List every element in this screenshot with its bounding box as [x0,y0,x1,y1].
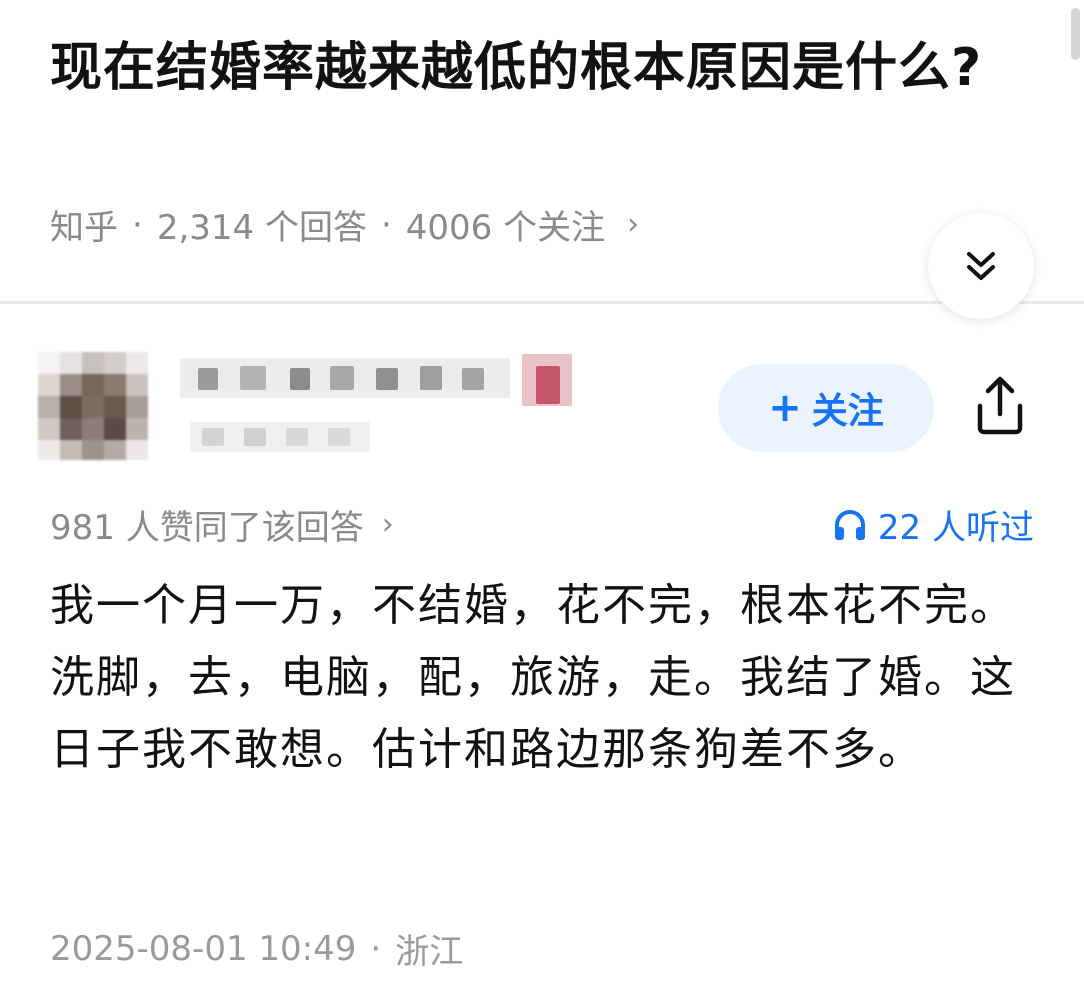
author-info-blurred[interactable] [180,352,580,462]
follow-button[interactable]: + 关注 [718,364,934,452]
answer-date: 2025-08-01 10:49 [50,928,357,969]
chevron-right-icon: › [627,207,640,242]
answer-footer: 2025-08-01 10:49 · 浙江 [50,924,463,973]
share-icon [977,376,1023,435]
divider [0,301,1084,304]
source-label: 知乎 [50,208,118,248]
headphones-icon [834,509,865,540]
follower-count: 4006 个关注 [405,208,606,248]
footer-separator: · [370,928,382,969]
listen-button[interactable]: 22 人听过 [832,500,1034,549]
question-meta[interactable]: 知乎 · 2,314 个回答 · 4006 个关注 › [50,200,639,249]
answer-text[interactable]: 我一个月一万，不结婚，花不完，根本花不完。洗脚，去，电脑，配，旅游，走。我结了婚… [50,570,1035,786]
listen-count: 22 人听过 [877,508,1034,548]
meta-separator: · [132,204,143,245]
plus-icon: + [768,385,802,431]
upvote-count: 981 人赞同了该回答 [50,508,364,548]
upvote-summary[interactable]: 981 人赞同了该回答 › [50,500,394,549]
follow-button-label: 关注 [811,391,884,432]
question-title[interactable]: 现在结婚率越来越低的根本原因是什么? [50,28,1000,108]
avatar[interactable] [38,352,160,460]
meta-separator: · [380,204,392,245]
collapse-button[interactable] [928,213,1034,319]
answer-location: 浙江 [395,932,464,972]
chevron-right-icon: › [381,507,394,542]
double-chevron-down-icon [967,252,995,280]
answer-count: 2,314 个回答 [156,208,367,248]
scrollbar[interactable] [1071,8,1080,60]
share-button[interactable] [966,372,1034,440]
